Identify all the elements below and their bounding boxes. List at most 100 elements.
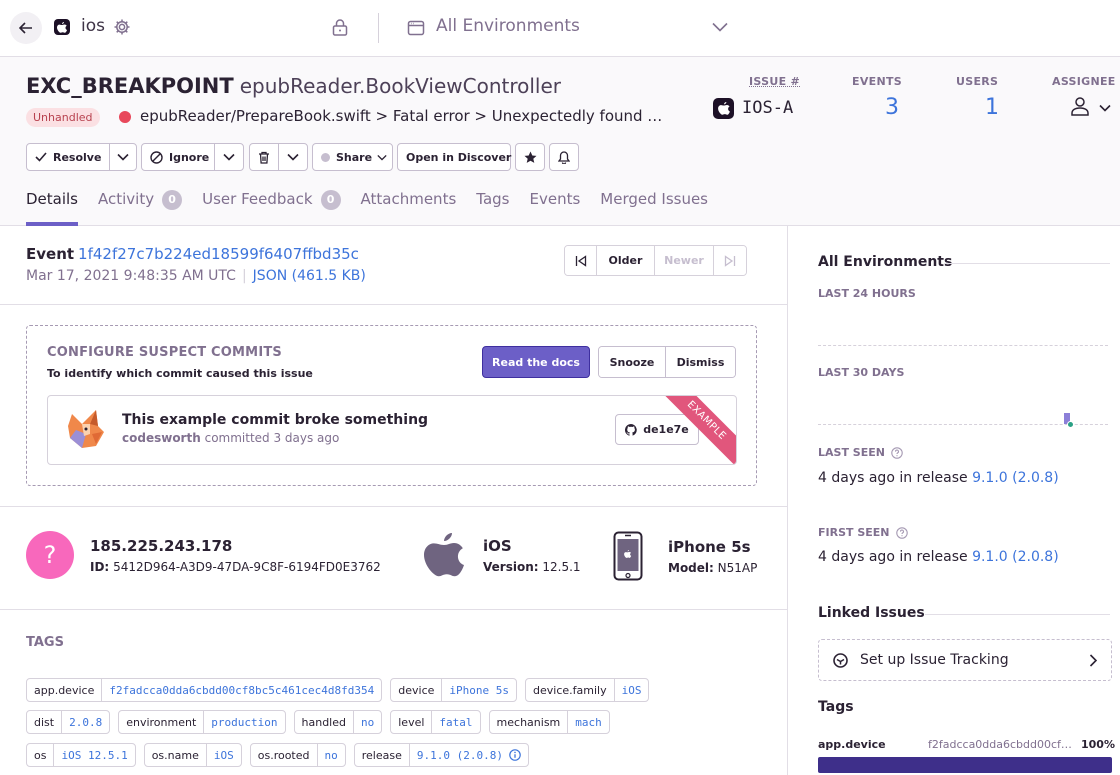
tab-details[interactable]: Details — [26, 190, 79, 226]
last-24-hours-label: LAST 24 HOURS — [818, 287, 916, 300]
issue-tabs: Details Activity 0 User Feedback 0 Attachm… — [26, 190, 728, 226]
tag-pill[interactable]: handled no — [293, 710, 383, 734]
ignore-button[interactable]: Ignore — [141, 143, 215, 171]
tag-distribution-bar[interactable] — [818, 757, 1112, 773]
tag-key: environment — [119, 711, 205, 733]
tag-value: fatal — [439, 715, 473, 729]
tag-pill[interactable]: device.family iOS — [525, 678, 650, 702]
dismiss-button[interactable]: Dismiss — [666, 347, 735, 377]
divider — [0, 609, 788, 610]
last-seen-time: 4 days ago — [818, 470, 895, 486]
tag-value: production — [211, 715, 278, 729]
tab-merged-issues[interactable]: Merged Issues — [600, 190, 708, 226]
delete-button[interactable] — [249, 143, 279, 171]
back-button[interactable] — [10, 12, 42, 44]
tag-pill[interactable]: device iPhone 5s — [390, 678, 517, 702]
tag-pill[interactable]: release 9.1.0 (2.0.8) — [353, 743, 529, 767]
oldest-button[interactable] — [565, 246, 597, 275]
older-button[interactable]: Older — [597, 246, 655, 275]
project-name[interactable]: ios — [81, 16, 105, 36]
newer-button[interactable]: Newer — [655, 246, 714, 275]
top-bar: ios All Environments — [0, 0, 1120, 57]
device-context: iPhone 5s Model: N51AP — [612, 531, 757, 581]
tab-events[interactable]: Events — [529, 190, 580, 226]
tag-row: os iOS 12.5.1 os.name iOS os.rooted no rele… — [26, 743, 537, 767]
device-model: N51AP — [717, 560, 758, 575]
chevron-down-icon[interactable] — [1099, 101, 1111, 116]
tag-pill[interactable]: level fatal — [390, 710, 481, 734]
check-icon — [35, 152, 47, 162]
block-icon — [150, 150, 163, 164]
commit-sha-button[interactable]: de1e7e — [615, 414, 699, 445]
iphone-icon — [612, 531, 644, 581]
tag-pill[interactable]: os.rooted no — [249, 743, 346, 767]
last-seen-release-link[interactable]: 9.1.0 (2.0.8) — [972, 470, 1059, 486]
setup-issue-tracking-button[interactable]: Set up Issue Tracking — [818, 639, 1112, 681]
issue-title: EXC_BREAKPOINT epubReader.BookViewControl… — [26, 74, 561, 98]
tag-pill[interactable]: app.device f2fadcca0dda6cbdd00cf8bc5c461c… — [26, 678, 383, 702]
tab-activity[interactable]: Activity 0 — [98, 190, 183, 226]
tag-pill[interactable]: environment production — [118, 710, 286, 734]
read-docs-button[interactable]: Read the docs — [482, 346, 590, 378]
tab-user-feedback[interactable]: User Feedback 0 — [202, 190, 341, 226]
share-button[interactable]: Share — [312, 143, 393, 171]
question-icon[interactable] — [895, 526, 908, 539]
tag-key: handled — [295, 711, 354, 733]
tab-tags[interactable]: Tags — [476, 190, 509, 226]
bookmark-button[interactable] — [515, 143, 545, 171]
divider: | — [241, 268, 247, 284]
users-count[interactable]: 1 — [985, 95, 999, 120]
tag-value: 2.0.8 — [69, 715, 103, 729]
json-link[interactable]: JSON (461.5 KB) — [253, 268, 366, 284]
environment-selector[interactable]: All Environments — [436, 16, 580, 36]
user-id-line: ID: 5412D964-A3D9-47DA-9C8F-6194FD0E3762 — [90, 560, 381, 574]
tab-attachments[interactable]: Attachments — [361, 190, 457, 226]
tag-value: mach — [575, 715, 602, 729]
os-name: iOS — [483, 536, 512, 555]
ignore-dropdown[interactable] — [214, 143, 244, 171]
chart-baseline — [818, 424, 1108, 425]
tag-pill[interactable]: mechanism mach — [488, 710, 610, 734]
delete-dropdown[interactable] — [278, 143, 308, 171]
lock-icon[interactable] — [331, 18, 349, 40]
tab-label: Events — [529, 190, 581, 208]
tag-pill[interactable]: dist 2.0.8 — [26, 710, 111, 734]
info-icon[interactable] — [509, 749, 521, 761]
tag-key: os.name — [145, 744, 207, 766]
release-marker[interactable] — [1067, 421, 1074, 428]
subscribe-button[interactable] — [549, 143, 579, 171]
newest-button[interactable] — [714, 246, 746, 275]
os-version-label: Version: — [483, 559, 539, 574]
last-seen-value: 4 days ago in release 9.1.0 (2.0.8) — [818, 470, 1059, 486]
events-label: EVENTS — [852, 75, 902, 88]
resolve-button[interactable]: Resolve — [26, 143, 110, 171]
skip-forward-icon — [724, 254, 736, 267]
error-type: EXC_BREAKPOINT — [26, 74, 234, 98]
tag-pill[interactable]: os.name iOS — [143, 743, 242, 767]
question-icon[interactable] — [891, 446, 903, 459]
chevron-down-icon[interactable] — [712, 21, 728, 36]
event-heading: Event 1f42f27c7b224ed18599f6407ffbd35c — [26, 245, 359, 263]
user-icon[interactable] — [1070, 96, 1090, 120]
event-navigation: Older Newer — [564, 245, 747, 276]
fox-avatar-icon — [66, 408, 106, 454]
issue-number-label: ISSUE # — [749, 75, 801, 88]
apple-logo-icon — [423, 531, 465, 579]
last-30-days-label: LAST 30 DAYS — [818, 366, 905, 379]
divider — [944, 263, 1110, 264]
tab-label: Merged Issues — [600, 190, 708, 208]
resolve-dropdown[interactable] — [109, 143, 137, 171]
tag-pill[interactable]: os iOS 12.5.1 — [26, 743, 136, 767]
gear-icon[interactable] — [113, 18, 131, 40]
os-context: iOS Version: 12.5.1 — [423, 531, 581, 579]
apple-icon — [713, 98, 734, 119]
event-id-link[interactable]: 1f42f27c7b224ed18599f6407ffbd35c — [78, 245, 359, 263]
os-version-line: Version: 12.5.1 — [483, 560, 581, 574]
first-seen-release-link[interactable]: 9.1.0 (2.0.8) — [972, 549, 1059, 565]
snooze-button[interactable]: Snooze — [599, 347, 666, 377]
tag-key: os.rooted — [251, 744, 318, 766]
tag-key: app.device — [27, 679, 103, 701]
tag-distribution-value: f2fadcca0dda6cbdd00cf8bc5c461cec4d8fd354 — [928, 738, 1078, 751]
open-in-discover-button[interactable]: Open in Discover — [397, 143, 511, 171]
events-count[interactable]: 3 — [885, 95, 899, 120]
